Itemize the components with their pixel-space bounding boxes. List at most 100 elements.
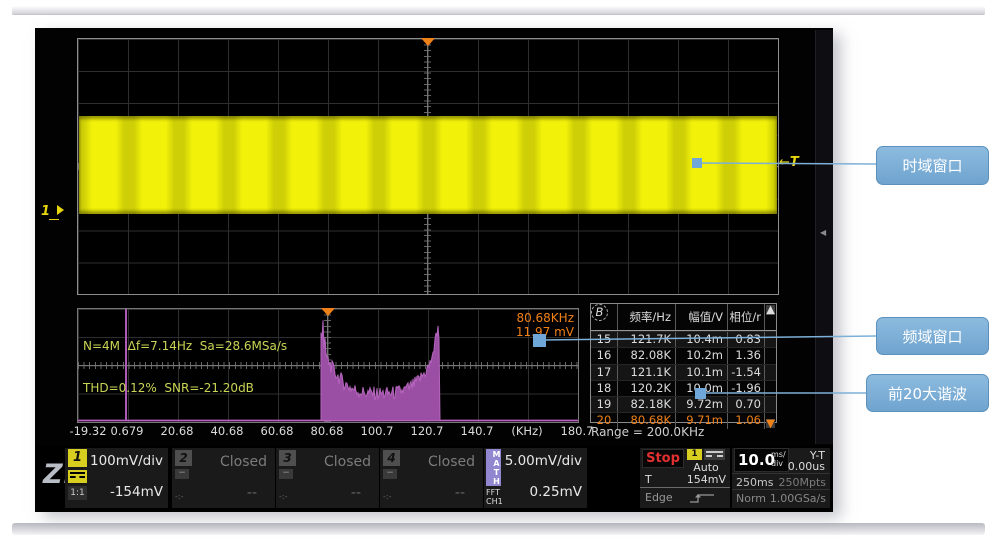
oscilloscope-screen: 1 ←T ◀ N=4M Δf=7.14Hz Sa=28.6MSa/s THD=0… [35, 28, 833, 512]
channel4-cell[interactable]: 4 − -:- Closed -- [380, 448, 483, 508]
trigger-cell[interactable]: Stop 1 Auto T 154mV Edge [640, 448, 730, 508]
channel2-cell[interactable]: 2 − -:- Closed -- [172, 448, 275, 508]
callout-anchor-time [692, 158, 702, 168]
ground-icon [49, 219, 59, 220]
x-tick: 20.68 [161, 424, 194, 438]
x-tick: 40.68 [211, 424, 244, 438]
channel4-coupling-icon[interactable]: − [383, 469, 397, 479]
horizontal-cell[interactable]: 10.0 ms/ div Y-T 0.00us 250ms 250Mpts No… [732, 448, 830, 508]
channel3-cell[interactable]: 3 − -:- Closed -- [276, 448, 379, 508]
channel2-badge[interactable]: 2 [175, 450, 192, 466]
x-tick: 100.7 [361, 424, 394, 438]
harmonics-table-header: B 频率/Hz 幅值/V 相位/r ▲ [591, 304, 776, 331]
callout-anchor-freq [533, 334, 546, 347]
sample-rate: 1.00GSa/s [770, 492, 826, 505]
channel1-coupling-icon[interactable] [68, 470, 87, 483]
run-stop-button[interactable]: Stop [642, 449, 684, 468]
table-row: 1982.18K9.72m0.70 [591, 396, 776, 412]
horizontal-delay: 0.00us [788, 460, 825, 473]
menu-collapse-arrow-icon[interactable]: ◀ [820, 228, 826, 237]
channel4-offset: -- [455, 485, 465, 501]
record-window: 250ms [736, 476, 773, 489]
callout-harmonics: 前20大谐波 [866, 374, 989, 412]
fft-marker-frequency: 80.68KHz [516, 311, 574, 325]
page-bottom-divider [12, 523, 985, 535]
time-domain-window [77, 38, 779, 295]
channel1-marker-label: 1 [41, 204, 50, 219]
channel1-probe-ratio[interactable]: 1:1 [68, 486, 87, 500]
fft-window: N=4M Δf=7.14Hz Sa=28.6MSa/s THD=0.12% SN… [77, 308, 579, 423]
x-tick: 60.68 [261, 424, 294, 438]
x-tick: 180.7 [561, 424, 594, 438]
table-scrollbar[interactable]: ▲ [764, 304, 776, 330]
channel1-cell[interactable]: 1 1:1 100mV/div -154mV [65, 448, 168, 508]
channel4-status: Closed [428, 454, 475, 470]
x-tick: 140.7 [461, 424, 494, 438]
channel1-marker-arrow-icon [57, 205, 64, 215]
channel2-offset: -- [247, 485, 257, 501]
channel2-coupling-icon[interactable]: − [175, 469, 189, 479]
side-menu-strip: ◀ [815, 30, 833, 444]
time-trigger-position-icon [421, 38, 435, 46]
col-frequency: 频率/Hz [617, 304, 675, 330]
channel1-offset: -154mV [110, 484, 163, 500]
channel2-status: Closed [220, 454, 267, 470]
x-tick: 120.7 [411, 424, 444, 438]
channel1-volts-per-div: 100mV/div [90, 453, 163, 469]
channel1-level-marker[interactable]: 1 [41, 204, 64, 220]
timebase-value: 10.0 [738, 451, 775, 469]
fft-trigger-position-icon [321, 308, 335, 316]
math-mode-fft: FFT [486, 488, 503, 497]
page: { "callouts": { "time_window": "时域窗口", "… [0, 0, 995, 548]
trigger-level-row: T 154mV [640, 473, 730, 488]
table-row: 18120.2K10.0m-1.96 [591, 380, 776, 396]
math-offset: 0.25mV [530, 484, 582, 500]
fft-info-line1: N=4M Δf=7.14Hz Sa=28.6MSa/s [83, 339, 287, 353]
col-phase: 相位/r [727, 304, 764, 330]
bode-icon: B [591, 304, 608, 321]
x-tick: 80.68 [311, 424, 344, 438]
x-tick-unit: (KHz) [511, 424, 542, 438]
math-badge[interactable]: MATH [486, 449, 501, 486]
channel3-probe-ratio: -:- [279, 492, 287, 501]
timebase-box[interactable]: 10.0 ms/ div [734, 448, 789, 472]
col-amplitude: 幅值/V [675, 304, 727, 330]
left-arrow-icon: ← [779, 155, 790, 170]
fft-info-text: N=4M Δf=7.14Hz Sa=28.6MSa/s THD=0.12% SN… [83, 311, 287, 423]
callout-anchor-harmonics [695, 388, 706, 399]
trigger-level-marker[interactable]: ←T [779, 155, 799, 170]
scroll-up-icon[interactable]: ▲ [766, 305, 775, 314]
channel1-badge[interactable]: 1 [68, 449, 87, 467]
table-row: 15121.7K10.4m0.83 [591, 331, 776, 347]
status-bar: ZLG® 1 1:1 100mV/div -154mV 2 − -:- Clos… [35, 446, 833, 512]
fft-range-label: Range = 200.0KHz [591, 425, 704, 439]
channel2-probe-ratio: -:- [175, 492, 183, 501]
channel4-probe-ratio: -:- [383, 492, 391, 501]
fft-x-axis: -19.32 0.679 20.68 40.68 60.68 80.68 100… [77, 424, 589, 438]
math-volts-per-div: 5.00mV/div [505, 453, 582, 469]
scroll-down-icon[interactable]: ▼ [766, 419, 775, 428]
trigger-type[interactable]: Edge [645, 491, 673, 504]
table-row: 17121.1K10.1m-1.54 [591, 364, 776, 380]
x-tick: 0.679 [111, 424, 144, 438]
memory-depth: 250Mpts [778, 476, 826, 489]
channel3-offset: -- [351, 485, 361, 501]
time-domain-trace [79, 116, 777, 214]
callout-freq-window: 频域窗口 [876, 317, 989, 355]
timebase-units: ms/ div [771, 450, 786, 468]
math-mode: FFT CH1 [486, 488, 503, 506]
fft-info-line2: THD=0.12% SNR=-21.20dB [83, 381, 287, 395]
table-row: 1682.08K10.2m1.36 [591, 347, 776, 363]
channel3-status: Closed [324, 454, 371, 470]
page-top-divider [12, 6, 985, 15]
callout-time-window: 时域窗口 [876, 146, 989, 185]
trigger-source-badge[interactable]: 1 [687, 449, 702, 460]
channel3-coupling-icon[interactable]: − [279, 469, 293, 479]
trigger-level-label: T [790, 155, 799, 170]
x-tick: -19.32 [69, 424, 106, 438]
math-cell[interactable]: MATH FFT CH1 5.00mV/div 0.25mV [484, 448, 587, 508]
trigger-coupling-icon[interactable] [704, 449, 725, 460]
channel3-badge[interactable]: 3 [279, 450, 296, 466]
rising-edge-icon [688, 492, 718, 504]
channel4-badge[interactable]: 4 [383, 450, 400, 466]
